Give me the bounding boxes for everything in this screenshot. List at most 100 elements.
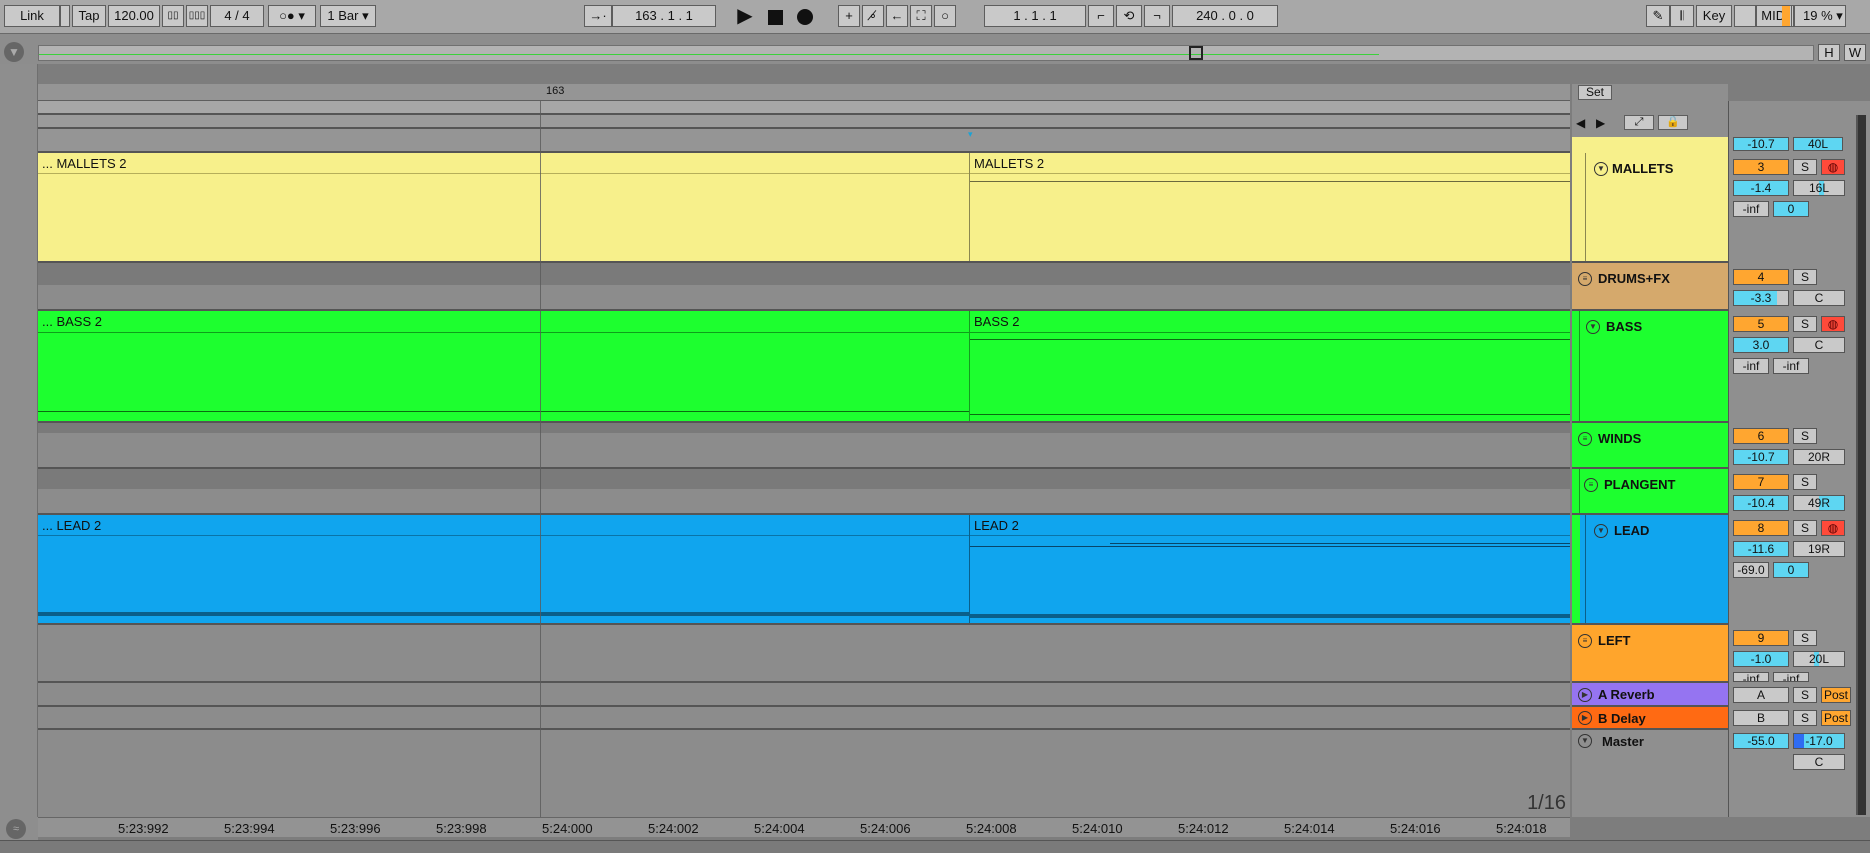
master-lane[interactable]: 1/16 [38, 730, 1570, 817]
pan-field[interactable]: 19R [1793, 541, 1845, 557]
arrow-left-icon[interactable]: ◀ [1576, 116, 1585, 130]
send-field[interactable]: -inf [1773, 358, 1809, 374]
group-fold-icon[interactable]: ≡ [1578, 634, 1592, 648]
follow-button[interactable]: →· [584, 5, 612, 27]
nudge-down-button[interactable]: ▯▯ [162, 5, 184, 27]
arrangement-overview[interactable] [38, 45, 1814, 61]
b-delay-lane[interactable] [38, 707, 1570, 730]
solo-button[interactable]: S [1793, 630, 1817, 646]
pan-field[interactable]: 49R [1793, 495, 1845, 511]
volume-field[interactable]: -10.7 [1733, 137, 1789, 151]
punch-in-button[interactable]: ⌐ [1088, 5, 1114, 27]
solo-button[interactable]: S [1793, 474, 1817, 490]
nudge-up-button[interactable]: ▯▯▯ [186, 5, 208, 27]
pan-field[interactable]: C [1793, 337, 1845, 353]
send-field[interactable]: -inf [1773, 672, 1809, 682]
bass-lane[interactable]: ... BASS 2 BASS 2 [38, 311, 1570, 423]
lead-clip-left[interactable]: ... LEAD 2 [38, 515, 970, 623]
track-header-winds[interactable]: ≡ WINDS [1572, 423, 1728, 469]
tempo-field[interactable]: 120.00 [108, 5, 160, 27]
loop-start-field[interactable]: 1 . 1 . 1 [984, 5, 1086, 27]
track-header-left[interactable]: ≡ LEFT [1572, 625, 1728, 683]
pan-field[interactable]: 16L [1793, 180, 1845, 196]
wave-icon[interactable]: ≈ [6, 819, 26, 839]
a-reverb-lane[interactable] [38, 683, 1570, 707]
solo-button[interactable]: S [1793, 520, 1817, 536]
volume-field[interactable]: -3.3 [1733, 290, 1789, 306]
master-volume-field[interactable]: -55.0 [1733, 733, 1789, 749]
fit-height-button[interactable]: H [1818, 44, 1840, 61]
overview-view-box[interactable] [1189, 46, 1203, 60]
arm-button[interactable]: ◍ [1821, 159, 1845, 175]
master-cue-field[interactable]: -17.0 [1793, 733, 1845, 749]
pan-field[interactable]: 40L [1793, 137, 1843, 151]
volume-field[interactable]: -10.4 [1733, 495, 1789, 511]
fold-triangle-icon[interactable]: ▼ [1586, 320, 1600, 334]
mallets-clip-left[interactable]: ... MALLETS 2 [38, 153, 970, 261]
overdub-button[interactable]: + [838, 5, 860, 27]
record-button[interactable] [792, 5, 818, 27]
bass-clip-right[interactable]: BASS 2 [970, 311, 1570, 421]
track-activator[interactable]: 4 [1733, 269, 1789, 285]
track-activator[interactable]: 6 [1733, 428, 1789, 444]
solo-button[interactable]: S [1793, 428, 1817, 444]
return-activator[interactable]: B [1733, 710, 1789, 726]
send-field[interactable]: 0 [1773, 201, 1809, 217]
volume-field[interactable]: 3.0 [1733, 337, 1789, 353]
beat-time-ruler[interactable]: 163 [38, 84, 1570, 101]
track-header-bass[interactable]: ▼ BASS [1572, 311, 1728, 423]
volume-field[interactable]: -1.0 [1733, 651, 1789, 667]
drums-fx-lane[interactable] [38, 263, 1570, 311]
punch-out-button[interactable]: ¬ [1144, 5, 1170, 27]
track-header-plangent[interactable]: ≡ PLANGENT [1572, 469, 1728, 515]
solo-button[interactable]: S [1793, 269, 1817, 285]
group-fold-icon[interactable]: ≡ [1584, 478, 1598, 492]
track-header-lead[interactable]: ▼ LEAD [1572, 515, 1728, 625]
track-header-drums-fx[interactable]: ≡ DRUMS+FX [1572, 263, 1728, 311]
solo-button[interactable]: S [1793, 316, 1817, 332]
track-header-master[interactable]: ▼ Master [1572, 730, 1728, 817]
volume-field[interactable]: -11.6 [1733, 541, 1789, 557]
group-fold-icon[interactable]: ≡ [1578, 272, 1592, 286]
expand-button[interactable]: ⤢ [1624, 115, 1654, 130]
track-activator[interactable]: 8 [1733, 520, 1789, 536]
solo-button[interactable]: S [1793, 159, 1817, 175]
track-activator[interactable]: 3 [1733, 159, 1789, 175]
pan-field[interactable]: C [1793, 290, 1845, 306]
tap-tempo-button[interactable]: Tap [72, 5, 106, 27]
automation-arm-button[interactable]: ∘̸ [862, 5, 884, 27]
link-menu-button[interactable] [60, 5, 70, 27]
mallets-lane[interactable]: ... MALLETS 2 MALLETS 2 [38, 153, 1570, 263]
track-activator[interactable]: 9 [1733, 630, 1789, 646]
left-lane[interactable] [38, 625, 1570, 683]
loop-length-field[interactable]: 240 . 0 . 0 [1172, 5, 1278, 27]
solo-button[interactable]: S [1793, 710, 1817, 726]
quantize-select[interactable]: 1 Bar ▾ [320, 5, 376, 27]
stop-button[interactable] [762, 5, 788, 27]
send-field[interactable]: 0 [1773, 562, 1809, 578]
solo-button[interactable]: S [1793, 687, 1817, 703]
plangent-lane[interactable] [38, 469, 1570, 515]
bass-clip-left[interactable]: ... BASS 2 [38, 311, 970, 421]
time-ruler[interactable]: 5:23:992 5:23:994 5:23:996 5:23:998 5:24… [38, 817, 1570, 837]
arrow-right-icon[interactable]: ▶ [1596, 116, 1605, 130]
track-activator[interactable]: 5 [1733, 316, 1789, 332]
capture-button[interactable]: ⛶ [910, 5, 932, 27]
play-button[interactable]: ▶ [732, 5, 758, 27]
master-pan-field[interactable]: C [1793, 754, 1845, 770]
fold-triangle-icon[interactable]: ▼ [1578, 734, 1592, 748]
return-fold-icon[interactable]: ▶ [1578, 688, 1592, 702]
overview-toggle[interactable]: ▼ [4, 42, 30, 62]
lead-clip-right[interactable]: LEAD 2 [970, 515, 1570, 623]
session-record-button[interactable]: ○ [934, 5, 956, 27]
loop-switch-button[interactable]: ⟲ [1116, 5, 1142, 27]
return-activator[interactable]: A [1733, 687, 1789, 703]
set-button[interactable]: Set [1578, 85, 1612, 100]
arm-button[interactable]: ◍ [1821, 316, 1845, 332]
group-fold-icon[interactable]: ≡ [1578, 432, 1592, 446]
lock-button[interactable]: 🔒 [1658, 115, 1688, 130]
mallets-clip-right[interactable]: MALLETS 2 [970, 153, 1570, 261]
volume-field[interactable]: -10.7 [1733, 449, 1789, 465]
post-button[interactable]: Post [1821, 710, 1851, 726]
pan-field[interactable]: 20R [1793, 449, 1845, 465]
